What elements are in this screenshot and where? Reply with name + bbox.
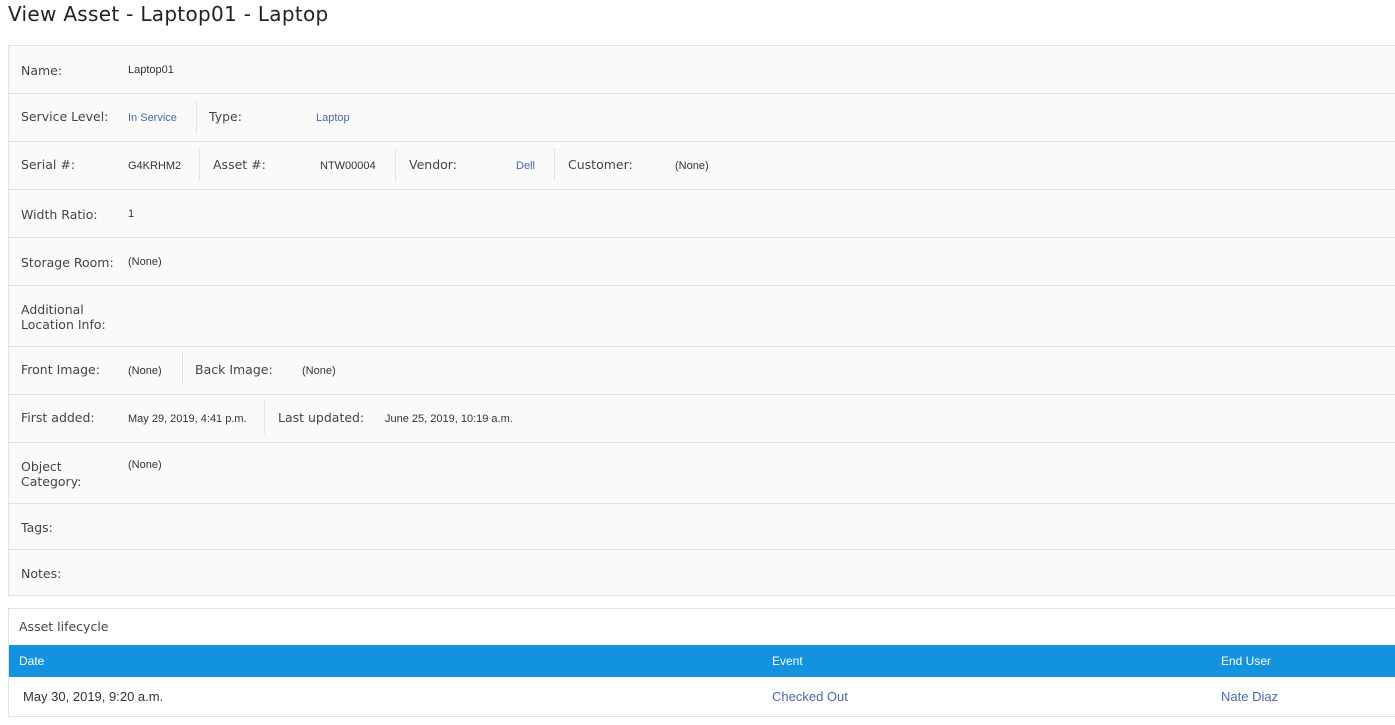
width-ratio-value: 1 xyxy=(128,208,135,220)
object-category-value: (None) xyxy=(128,459,162,471)
asset-details-panel: Name: Laptop01 Service Level: In Service… xyxy=(8,45,1395,596)
object-category-label-line2: Category: xyxy=(21,474,82,489)
back-image-label: Back Image: xyxy=(195,362,273,377)
serial-value: G4KRHM2 xyxy=(128,160,182,172)
field-divider xyxy=(196,100,197,133)
asset-lifecycle-panel: Asset lifecycle Date Event End User May … xyxy=(8,608,1395,717)
row-date: May 30, 2019, 9:20 a.m. xyxy=(23,689,164,704)
type-link[interactable]: Laptop xyxy=(316,112,350,125)
notes-label: Notes: xyxy=(21,566,62,581)
vendor-label: Vendor: xyxy=(409,157,457,172)
detail-row-serial: Serial #: G4KRHM2 Asset #: NTW00004 Vend… xyxy=(9,142,1395,190)
serial-label: Serial #: xyxy=(21,157,76,172)
field-divider xyxy=(182,353,183,386)
vendor-link[interactable]: Dell xyxy=(516,160,535,173)
last-updated-label: Last updated: xyxy=(278,410,365,425)
field-divider xyxy=(395,148,396,181)
first-added-label: First added: xyxy=(21,410,95,425)
additional-location-label-line1: Additional xyxy=(21,302,84,317)
detail-row-additional-location: Additional Location Info: xyxy=(9,286,1395,347)
storage-room-value: (None) xyxy=(128,256,162,268)
column-header-end-user[interactable]: End User xyxy=(1221,654,1271,668)
tags-label: Tags: xyxy=(21,520,53,535)
asset-number-label: Asset #: xyxy=(213,157,266,172)
front-image-label: Front Image: xyxy=(21,362,100,377)
back-image-value: (None) xyxy=(302,365,336,377)
table-row: May 30, 2019, 9:20 a.m. Checked Out Nate… xyxy=(9,677,1395,717)
detail-row-service-level: Service Level: In Service Type: Laptop xyxy=(9,94,1395,142)
field-divider xyxy=(264,401,265,434)
service-level-link[interactable]: In Service xyxy=(128,112,177,125)
detail-row-notes: Notes: xyxy=(9,550,1395,596)
lifecycle-table-header: Date Event End User xyxy=(9,645,1395,677)
detail-row-images: Front Image: (None) Back Image: (None) xyxy=(9,347,1395,395)
field-divider xyxy=(554,148,555,181)
additional-location-label-line2: Location Info: xyxy=(21,317,106,332)
detail-row-timestamps: First added: May 29, 2019, 4:41 p.m. Las… xyxy=(9,395,1395,443)
row-event-link[interactable]: Checked Out xyxy=(772,689,848,704)
customer-value: (None) xyxy=(675,160,709,172)
object-category-label-line1: Object xyxy=(21,459,62,474)
column-header-event[interactable]: Event xyxy=(772,654,803,668)
column-header-date[interactable]: Date xyxy=(19,654,44,668)
storage-room-label: Storage Room: xyxy=(21,255,114,270)
detail-row-object-category: Object Category: (None) xyxy=(9,443,1395,504)
detail-row-tags: Tags: xyxy=(9,504,1395,550)
field-divider xyxy=(199,148,200,181)
name-label: Name: xyxy=(21,63,63,78)
row-end-user-link[interactable]: Nate Diaz xyxy=(1221,689,1278,704)
front-image-value: (None) xyxy=(128,365,162,377)
asset-number-value: NTW00004 xyxy=(320,160,376,172)
detail-row-name: Name: Laptop01 xyxy=(9,46,1395,94)
detail-row-width-ratio: Width Ratio: 1 xyxy=(9,190,1395,238)
last-updated-value: June 25, 2019, 10:19 a.m. xyxy=(385,413,513,425)
customer-label: Customer: xyxy=(568,157,633,172)
width-ratio-label: Width Ratio: xyxy=(21,207,98,222)
detail-row-storage-room: Storage Room: (None) xyxy=(9,238,1395,286)
name-value: Laptop01 xyxy=(128,64,174,76)
lifecycle-title: Asset lifecycle xyxy=(19,619,109,634)
service-level-label: Service Level: xyxy=(21,109,109,124)
page-title: View Asset - Laptop01 - Laptop xyxy=(8,2,329,26)
first-added-value: May 29, 2019, 4:41 p.m. xyxy=(128,413,247,425)
type-label: Type: xyxy=(209,109,242,124)
